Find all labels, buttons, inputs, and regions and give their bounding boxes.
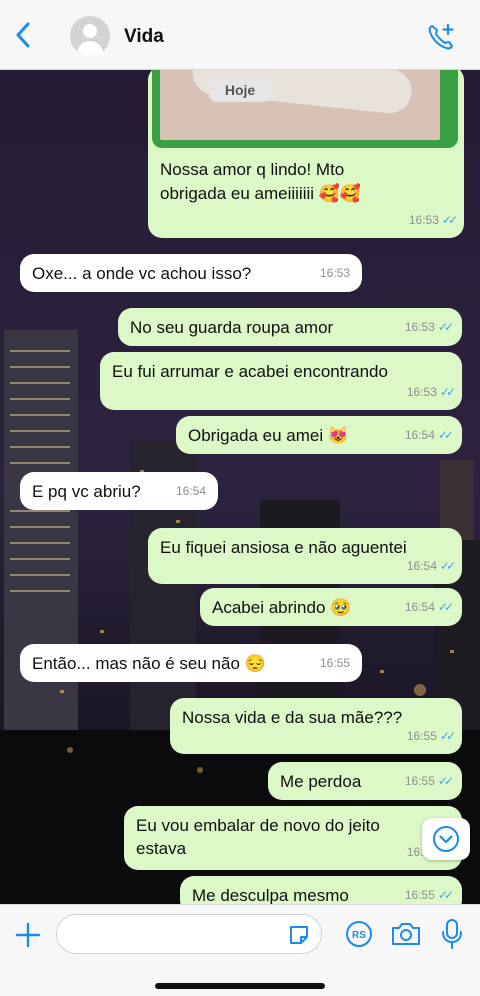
chevron-down-circle-icon	[433, 826, 459, 852]
svg-text:RS: RS	[352, 930, 366, 941]
message-meta: 16:54 ✓✓	[405, 596, 454, 619]
read-ticks-icon: ✓✓	[439, 385, 456, 399]
message-input[interactable]	[56, 914, 322, 954]
message-meta: 16:55✓✓	[407, 725, 456, 748]
message-bubble[interactable]: Nossa vida e da sua mãe??? 16:55 ✓✓	[170, 698, 462, 754]
camera-icon[interactable]	[390, 919, 422, 949]
read-ticks-icon: ✓✓	[441, 213, 458, 227]
message-bubble[interactable]: Me desculpa mesmo 16:55 ✓✓	[180, 876, 462, 904]
message-bubble[interactable]: Eu vou embalar de novo do jeito estava 1…	[124, 806, 462, 870]
read-ticks-icon: ✓✓	[439, 729, 456, 743]
read-ticks-icon: ✓✓	[437, 428, 454, 442]
message-bubble[interactable]: Eu fui arrumar e acabei encontrando 16:5…	[100, 352, 462, 410]
home-indicator	[155, 983, 325, 989]
rs-payment-icon[interactable]: RS	[344, 919, 374, 949]
message-meta: 16:53 ✓✓	[407, 381, 456, 404]
sticker-icon[interactable]	[287, 923, 311, 947]
message-meta: 16:54	[175, 484, 206, 498]
message-text: Eu fui arrumar e acabei encontrando	[112, 362, 388, 381]
plus-icon[interactable]	[14, 921, 42, 949]
message-text: Então... mas não é seu não 😔	[32, 654, 266, 673]
message-text: No seu guarda roupa amor	[130, 318, 334, 337]
message-bubble[interactable]: E pq vc abriu? 16:54	[20, 472, 218, 510]
message-meta: 16:55✓✓	[405, 770, 454, 793]
message-bubble[interactable]: Então... mas não é seu não 😔 16:55	[20, 644, 362, 682]
composer-bar: RS	[0, 904, 480, 996]
read-ticks-icon: ✓✓	[437, 600, 454, 614]
message-text: Nossa amor q lindo! Mto obrigada eu amei…	[160, 160, 362, 203]
microphone-icon[interactable]	[438, 917, 466, 951]
read-ticks-icon: ✓✓	[437, 774, 454, 788]
photo-attachment[interactable]	[152, 70, 458, 148]
message-text: Oxe... a onde vc achou isso?	[32, 264, 252, 283]
message-bubble[interactable]: Oxe... a onde vc achou isso? 16:53	[20, 254, 362, 292]
read-ticks-icon: ✓✓	[439, 559, 456, 573]
avatar[interactable]	[70, 16, 110, 56]
chat-area[interactable]: Nossa amor q lindo! Mto obrigada eu amei…	[0, 70, 480, 904]
message-meta: 16:55✓✓	[405, 884, 454, 904]
date-pill: Hoje	[209, 78, 271, 102]
read-ticks-icon: ✓✓	[437, 320, 454, 334]
chevron-left-icon[interactable]	[10, 20, 36, 50]
message-bubble[interactable]: Obrigada eu amei 😻 16:54 ✓✓	[176, 416, 462, 454]
message-text: Eu vou embalar de novo do jeito estava	[136, 816, 380, 858]
scroll-down-button[interactable]	[422, 818, 470, 860]
message-meta: 16:53	[319, 266, 350, 280]
phone-add-icon[interactable]	[426, 22, 456, 52]
contact-name[interactable]: Vida	[124, 26, 164, 48]
message-bubble[interactable]: Eu fiquei ansiosa e não aguentei 16:54 ✓✓	[148, 528, 462, 584]
read-ticks-icon: ✓✓	[437, 888, 454, 902]
chat-header: Vida	[0, 0, 480, 70]
message-meta: 16:53 ✓✓	[409, 209, 458, 232]
message-meta: 16:53 ✓✓	[405, 316, 454, 339]
message-bubble[interactable]: Me perdoa 16:55 ✓✓	[268, 762, 462, 800]
message-bubble[interactable]: Acabei abrindo 🥹 16:54 ✓✓	[200, 588, 462, 626]
message-bubble[interactable]: Nossa amor q lindo! Mto obrigada eu amei…	[148, 70, 464, 238]
message-meta: 16:54 ✓✓	[407, 555, 456, 578]
message-bubble[interactable]: No seu guarda roupa amor 16:53 ✓✓	[118, 308, 462, 346]
message-meta: 16:55	[319, 656, 350, 670]
message-meta: 16:54 ✓✓	[405, 424, 454, 447]
